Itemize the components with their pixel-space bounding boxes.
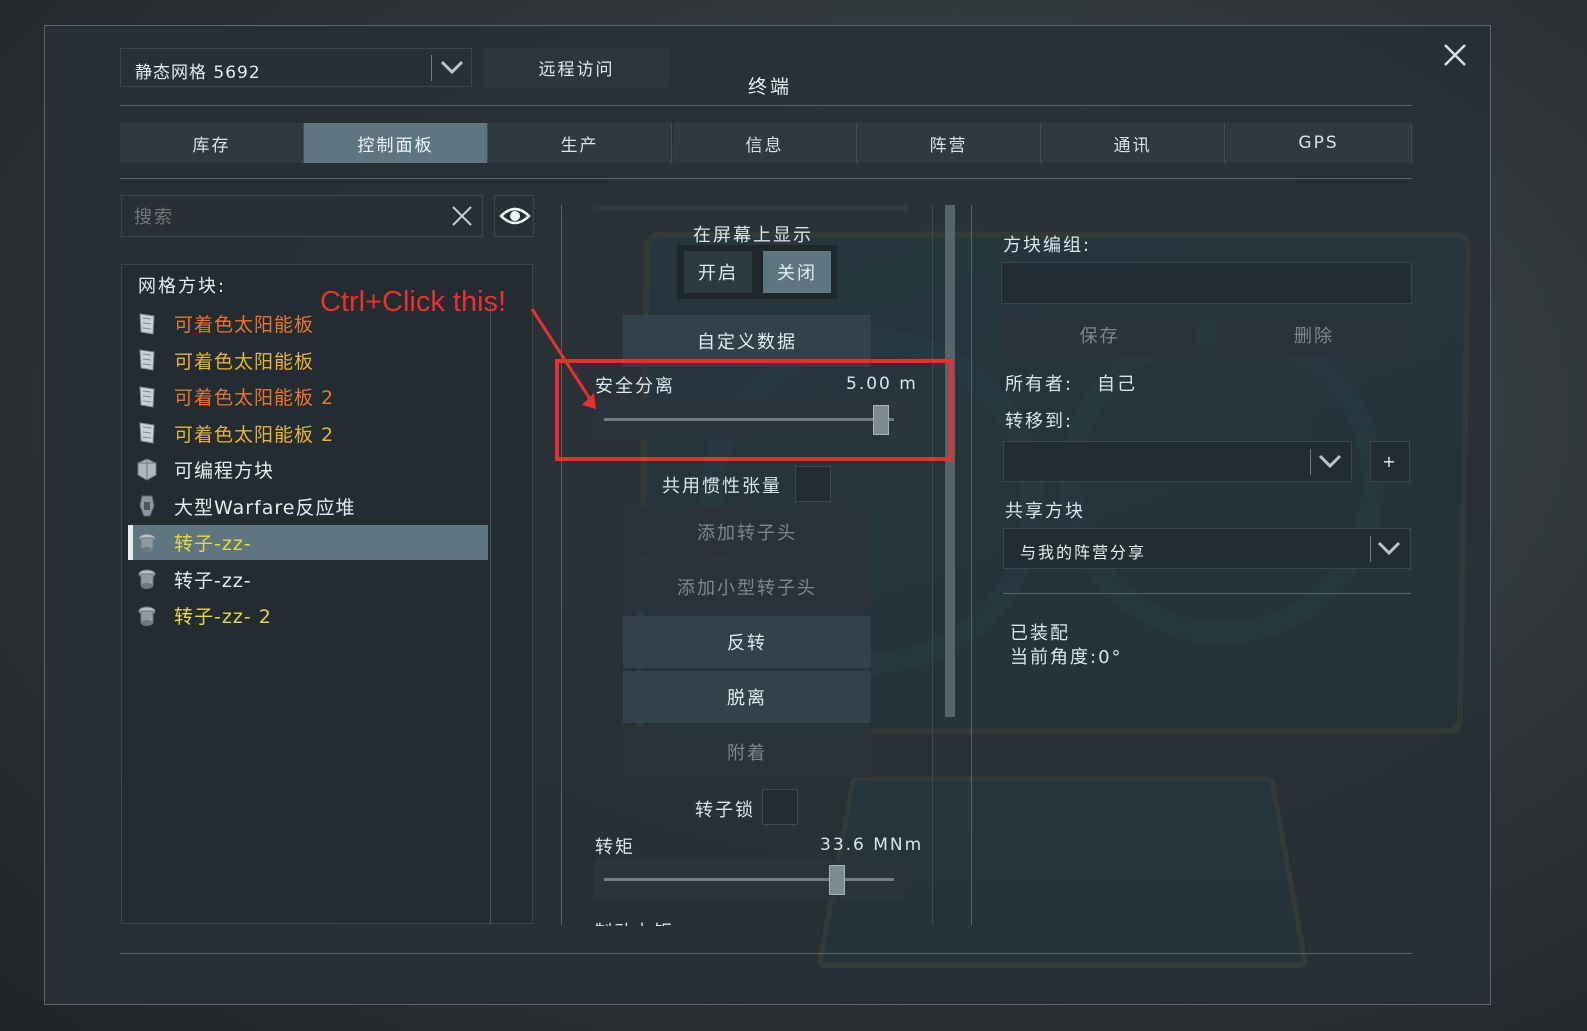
block-group-input[interactable]	[1001, 262, 1412, 304]
header-divider	[120, 105, 1412, 106]
delete-button[interactable]: 删除	[1216, 313, 1412, 357]
solar-panel-icon	[136, 348, 158, 372]
tab-gps[interactable]: GPS	[1226, 123, 1412, 163]
window-title: 终端	[748, 76, 793, 98]
block-list-item[interactable]: 转子-zz- 2	[128, 598, 488, 633]
tab-faction[interactable]: 阵营	[857, 123, 1041, 163]
dropdown-divider	[431, 55, 432, 81]
braking-torque-label: 制动力矩	[594, 918, 674, 926]
solar-panel-icon	[136, 312, 158, 336]
add-small-rotor-head-button[interactable]: 添加小型转子头	[623, 561, 871, 613]
torque-slider[interactable]	[594, 858, 906, 900]
block-list-item[interactable]: 可着色太阳能板 2	[128, 416, 488, 451]
solar-panel-icon	[136, 421, 158, 445]
chevron-down-icon	[1317, 451, 1343, 475]
transfer-dropdown[interactable]	[1003, 441, 1352, 482]
block-list-item-label: 转子-zz-	[174, 533, 252, 555]
block-list-item-label: 转子-zz- 2	[174, 606, 272, 628]
rotor-lock-checkbox[interactable]	[762, 789, 798, 825]
grid-selector-value: 静态网格 5692	[135, 63, 261, 83]
status-attached: 已装配	[1010, 623, 1070, 644]
attach-button[interactable]: 附着	[623, 726, 871, 778]
rotor-icon	[136, 567, 158, 591]
block-list-item-label: 可着色太阳能板 2	[174, 387, 335, 409]
share-block-label: 共享方块	[1005, 501, 1085, 522]
rotor-lock-label: 转子锁	[695, 800, 755, 821]
eye-icon	[499, 206, 531, 230]
tab-info[interactable]: 信息	[673, 123, 857, 163]
detach-button[interactable]: 脱离	[623, 671, 871, 723]
remote-access-button[interactable]: 远程访问	[484, 48, 669, 87]
transfer-label: 转移到:	[1005, 411, 1074, 432]
tab-control-panel[interactable]: 控制面板	[304, 123, 488, 163]
column-divider	[932, 205, 933, 925]
cutoff-label-clip: 制动力矩	[594, 918, 906, 926]
torque-value: 33.6 MNm	[820, 835, 924, 855]
share-inertia-label: 共用惯性张量	[662, 476, 782, 497]
solar-panel-icon	[136, 385, 158, 409]
programmable-block-icon	[136, 457, 158, 482]
chevron-down-icon	[1376, 538, 1402, 562]
annotation-arrow	[530, 308, 596, 409]
controls-scroll-top	[593, 205, 908, 211]
reactor-icon	[136, 494, 158, 518]
grid-selector-dropdown[interactable]: 静态网格 5692	[120, 48, 472, 87]
tab-inventory[interactable]: 库存	[120, 123, 304, 163]
block-list-item[interactable]: 可着色太阳能板 2	[128, 379, 488, 414]
add-rotor-head-button[interactable]: 添加转子头	[623, 506, 871, 558]
show-on-screen-label: 在屏幕上显示	[693, 225, 813, 246]
owner-label: 所有者:	[1005, 374, 1074, 395]
rotor-icon	[136, 604, 158, 628]
tab-comms[interactable]: 通讯	[1041, 123, 1225, 163]
off-button[interactable]: 关闭	[763, 251, 831, 293]
visibility-toggle[interactable]	[494, 195, 534, 237]
block-list-item[interactable]: 大型Warfare反应堆	[128, 489, 488, 524]
on-button[interactable]: 开启	[684, 251, 752, 293]
block-list-item-label: 可着色太阳能板	[174, 350, 315, 373]
save-button[interactable]: 保存	[1001, 313, 1198, 357]
search-field[interactable]	[121, 195, 483, 237]
dropdown-divider	[1310, 449, 1311, 475]
controls-scrollbar[interactable]	[945, 205, 955, 717]
block-group-label: 方块编组:	[1003, 235, 1092, 256]
share-dropdown[interactable]: 与我的阵营分享	[1003, 528, 1411, 569]
block-list-item-label: 可着色太阳能板 2	[174, 423, 335, 446]
slider-thumb[interactable]	[829, 865, 845, 895]
column-divider	[971, 205, 972, 925]
close-icon[interactable]	[1440, 40, 1470, 70]
chevron-down-icon	[439, 57, 465, 81]
right-panel-divider	[1003, 593, 1411, 594]
block-list-heading: 网格方块:	[138, 276, 227, 297]
clear-search-icon[interactable]	[450, 204, 474, 232]
tabs-divider	[120, 178, 1412, 179]
slider-track	[604, 878, 894, 881]
rotor-icon	[136, 531, 158, 555]
block-list-item-label: 转子-zz-	[174, 569, 252, 592]
block-list-item[interactable]: 转子-zz-	[128, 562, 488, 597]
tab-production[interactable]: 生产	[488, 123, 672, 163]
add-button[interactable]: +	[1370, 441, 1410, 482]
block-list-item[interactable]: 可着色太阳能板	[128, 343, 488, 378]
footer-divider	[120, 953, 1412, 954]
block-list-item[interactable]: 可编程方块	[128, 452, 488, 487]
block-list-scrollbar[interactable]	[490, 305, 491, 923]
search-input[interactable]	[132, 203, 436, 231]
status-current-angle: 当前角度:0°	[1010, 647, 1123, 668]
block-list-item-label: 大型Warfare反应堆	[174, 496, 356, 519]
reverse-button[interactable]: 反转	[623, 616, 871, 668]
share-dropdown-value: 与我的阵营分享	[1020, 543, 1147, 562]
owner-value: 自己	[1097, 374, 1137, 395]
annotation-text: Ctrl+Click this!	[320, 286, 507, 318]
dropdown-divider	[1370, 536, 1371, 562]
block-list-item[interactable]: 转子-zz-	[128, 525, 488, 560]
share-inertia-checkbox[interactable]	[795, 466, 831, 502]
block-list-item-label: 可着色太阳能板	[174, 314, 315, 336]
torque-label: 转矩	[595, 837, 635, 858]
highlight-box	[555, 359, 953, 461]
block-list-item-label: 可编程方块	[174, 460, 275, 482]
